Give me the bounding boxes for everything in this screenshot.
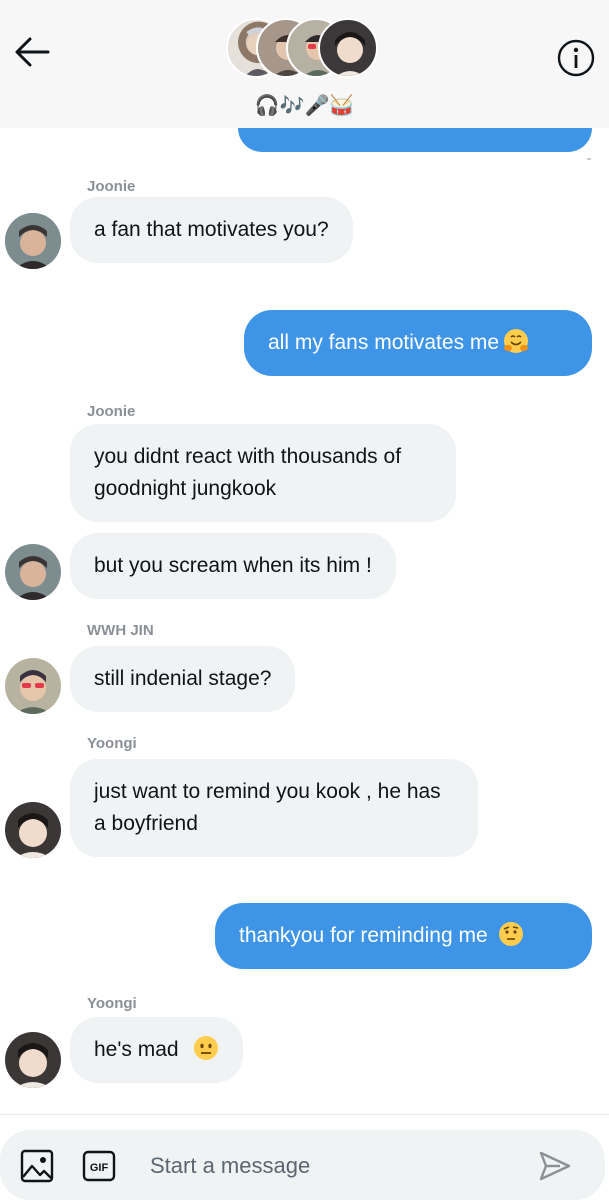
conversation-info-button[interactable] <box>557 39 595 77</box>
sender-avatar[interactable] <box>5 658 61 714</box>
group-member-avatar <box>318 18 378 78</box>
message-status-mark <box>587 158 591 160</box>
message-sender-name: Yoongi <box>87 995 137 1012</box>
raised-eyebrow-emoji <box>498 922 523 946</box>
hugging-face-emoji <box>504 329 529 353</box>
message-sender-name: Joonie <box>87 178 136 195</box>
message-composer: GIF <box>0 1130 605 1200</box>
message-sender-name: Joonie <box>87 403 136 420</box>
composer-divider <box>0 1114 609 1115</box>
sender-avatar[interactable] <box>5 544 61 600</box>
sender-avatar[interactable] <box>5 802 61 858</box>
message-text: but you scream when its him ! <box>94 554 372 577</box>
arrow-left-icon <box>15 37 50 67</box>
back-button[interactable] <box>14 36 50 68</box>
message-text: a fan that motivates you? <box>94 218 329 241</box>
message-text: still indenial stage? <box>94 667 272 690</box>
message-bubble-outgoing[interactable]: thankyou for reminding me <box>215 903 592 969</box>
conversation-header: 🎧🎶🎤🥁 <box>0 0 609 128</box>
group-title[interactable]: 🎧🎶🎤🥁 <box>0 92 609 118</box>
message-text: thankyou for reminding me <box>239 924 488 947</box>
message-sender-name: WWH JIN <box>87 622 154 639</box>
message-text: you didnt react with thousands of goodni… <box>94 445 402 500</box>
neutral-face-emoji <box>193 1036 218 1060</box>
message-text: just want to remind you kook , he has a … <box>94 780 441 835</box>
send-button[interactable] <box>538 1150 572 1182</box>
group-avatars[interactable] <box>226 18 386 82</box>
message-bubble-incoming[interactable]: still indenial stage? <box>70 646 296 712</box>
add-gif-button[interactable]: GIF <box>82 1150 116 1182</box>
message-bubble-incoming[interactable]: you didnt react with thousands of goodni… <box>70 424 456 522</box>
message-bubble-incoming[interactable]: just want to remind you kook , he has a … <box>70 759 478 857</box>
info-icon <box>557 39 595 77</box>
gif-icon: GIF <box>82 1150 116 1182</box>
message-text: all my fans motivates me <box>268 331 500 354</box>
message-input[interactable] <box>150 1148 510 1184</box>
image-icon <box>20 1149 54 1183</box>
message-bubble-outgoing[interactable]: all my fans motivates me <box>244 310 592 376</box>
message-sender-name: Yoongi <box>87 735 137 752</box>
message-bubble-incoming[interactable]: he's mad <box>70 1017 243 1083</box>
send-icon <box>539 1151 571 1181</box>
sender-avatar[interactable] <box>5 1032 61 1088</box>
gif-label: GIF <box>90 1162 109 1174</box>
sender-avatar[interactable] <box>5 213 61 269</box>
message-bubble-incoming[interactable]: a fan that motivates you? <box>70 197 353 263</box>
message-bubble-incoming[interactable]: but you scream when its him ! <box>70 533 396 599</box>
add-image-button[interactable] <box>20 1149 54 1183</box>
message-text: he's mad <box>94 1038 179 1061</box>
